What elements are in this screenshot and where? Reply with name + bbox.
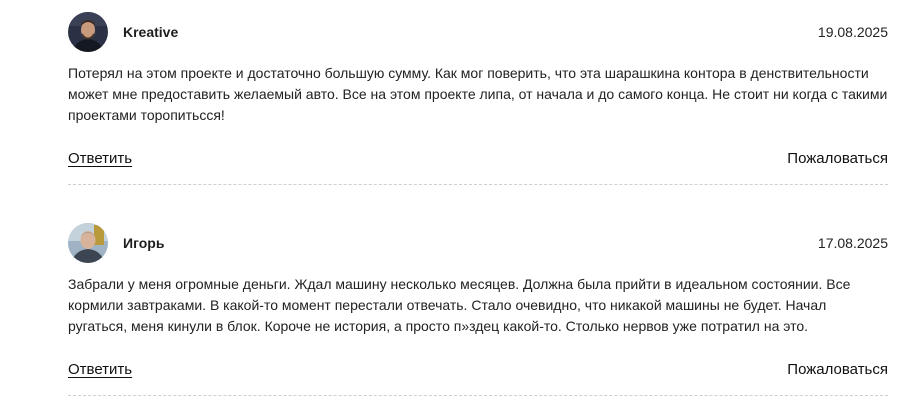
- comment-item: Kreative 19.08.2025 Потерял на этом прое…: [68, 12, 888, 185]
- comment-author: Игорь: [123, 235, 165, 251]
- comment-date: 17.08.2025: [817, 235, 888, 251]
- comment-text: Потерял на этом проекте и достаточно бол…: [68, 65, 888, 123]
- report-link[interactable]: Пожаловаться: [787, 150, 888, 167]
- comment-actions: Ответить Пожаловаться: [68, 150, 888, 185]
- comment-item: Игорь 17.08.2025 Забрали у меня огромные…: [68, 223, 888, 396]
- comment-actions: Ответить Пожаловаться: [68, 361, 888, 396]
- comment-text: Забрали у меня огромные деньги. Ждал маш…: [68, 276, 851, 334]
- comment-header: Игорь 17.08.2025: [68, 223, 888, 263]
- avatar: [68, 223, 108, 263]
- comment-date: 19.08.2025: [817, 24, 888, 40]
- reply-link[interactable]: Ответить: [68, 150, 132, 167]
- avatar: [68, 12, 108, 52]
- comment-author: Kreative: [123, 24, 179, 40]
- report-link[interactable]: Пожаловаться: [787, 361, 888, 378]
- comment-divider: [68, 184, 888, 185]
- reply-link[interactable]: Ответить: [68, 361, 132, 378]
- comment-header: Kreative 19.08.2025: [68, 12, 888, 52]
- comment-divider: [68, 395, 888, 396]
